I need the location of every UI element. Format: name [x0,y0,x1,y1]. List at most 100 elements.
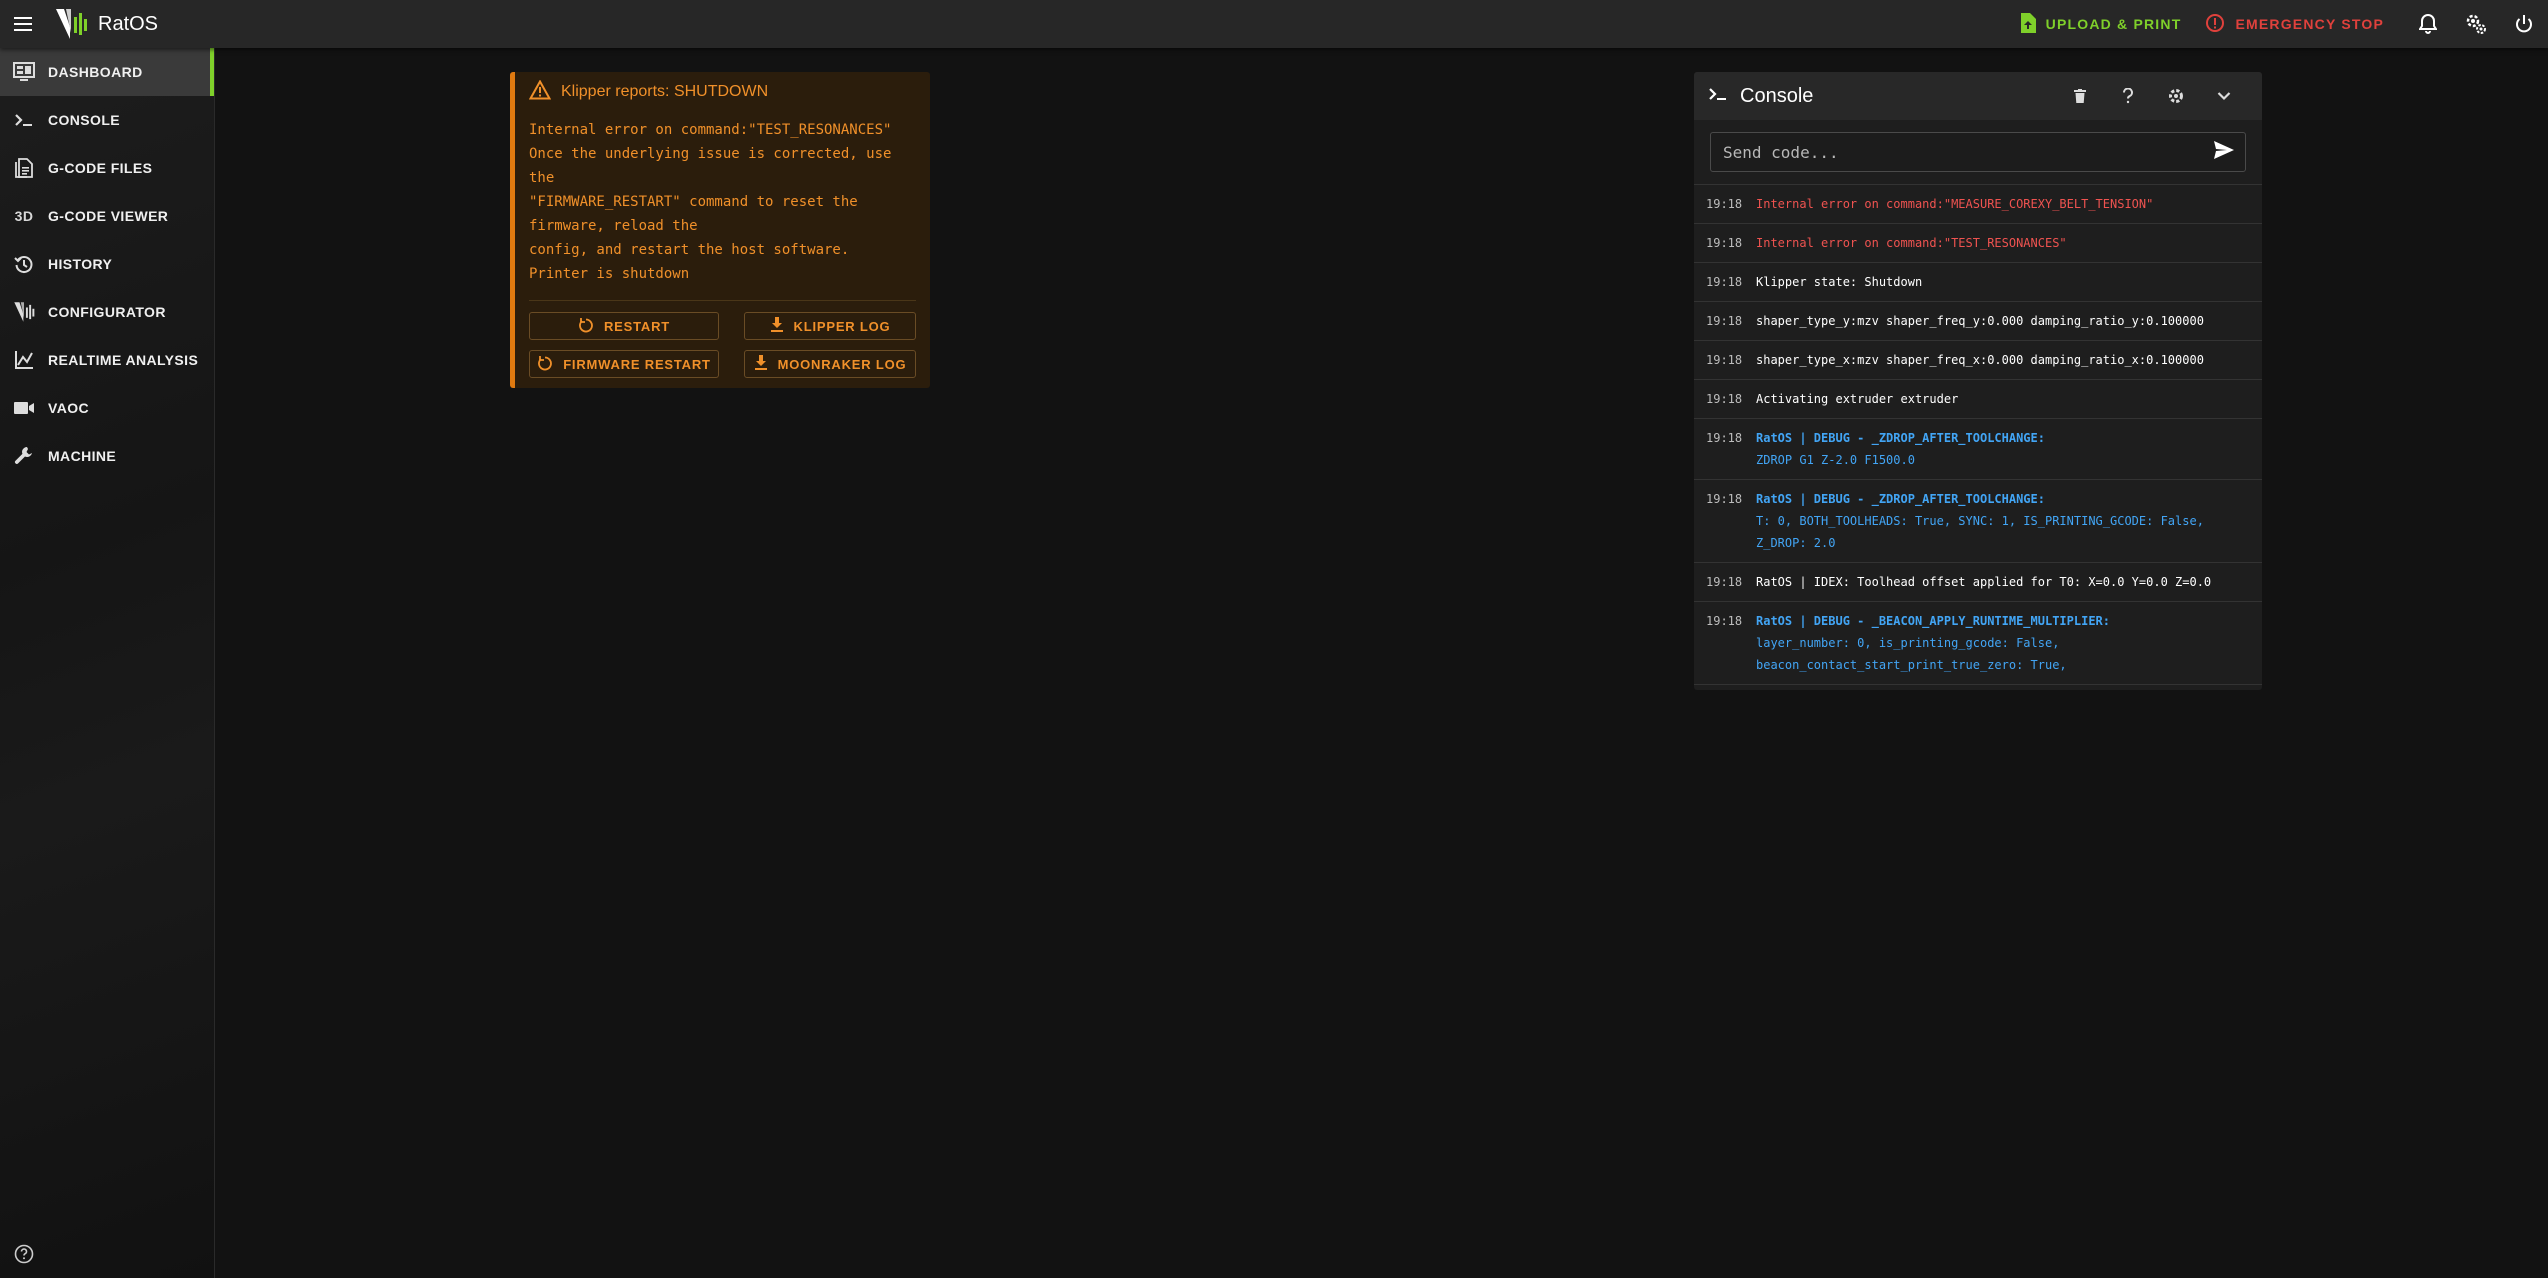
moonraker-log-label: MOONRAKER LOG [777,356,907,372]
sidebar-item-realtime-analysis[interactable]: REALTIME ANALYSIS [0,336,214,384]
restart-button[interactable]: RESTART [529,312,719,340]
restart-label: RESTART [603,318,671,334]
chart-line-icon [12,348,36,372]
chevron-down-icon[interactable] [2200,72,2248,120]
entry-time: 19:18 [1706,197,1743,211]
ratos-logo-icon [12,300,36,324]
file-document-icon [12,156,36,180]
entry-body: ZDROP G1 Z-2.0 F1500.0 [1756,453,1915,467]
bell-icon[interactable] [2404,0,2452,48]
entry-time: 19:18 [1706,275,1743,289]
firmware-restart-button[interactable]: FIRMWARE RESTART [529,350,719,378]
entry-message: RatOS | IDEX: Toolhead offset applied fo… [1756,575,2212,589]
alert-title: Klipper reports: SHUTDOWN [561,83,769,100]
sidebar-item-history[interactable]: HISTORY [0,240,214,288]
sidebar-item-gcode-files[interactable]: G-CODE FILES [0,144,214,192]
help-circle-icon[interactable] [12,1242,36,1266]
restart-icon [578,317,594,336]
entry-message: Activating extruder extruder [1756,392,1959,406]
app-bar: RatOS UPLOAD & PRINT EMERGENCY STOP [0,0,2548,48]
klipper-shutdown-alert: Klipper reports: SHUTDOWN Internal error… [510,72,930,388]
emergency-stop-label: EMERGENCY STOP [2235,16,2384,32]
delete-icon[interactable] [2056,72,2104,120]
entry-message: RatOS | DEBUG - _ZDROP_AFTER_TOOLCHANGE:… [1756,488,2204,554]
entry-head: RatOS | DEBUG - _BEACON_APPLY_RUNTIME_MU… [1756,614,2111,628]
sidebar-item-label: CONFIGURATOR [48,304,166,320]
sidebar-item-label: G-CODE FILES [48,160,153,176]
wrench-icon [12,444,36,468]
entry-message: Internal error on command:"TEST_RESONANC… [1756,236,2067,250]
console-entry: 19:18 Activating extruder extruder [1694,380,2262,419]
app-title: RatOS [98,12,159,35]
send-icon[interactable] [2213,140,2235,165]
console-prompt-icon [12,108,36,132]
video-camera-icon [12,396,36,420]
entry-body: T: 0, BOTH_TOOLHEADS: True, SYNC: 1, IS_… [1756,514,2204,550]
sidebar-item-machine[interactable]: MACHINE [0,432,214,480]
entry-message: RatOS | DEBUG - _BEACON_APPLY_RUNTIME_MU… [1756,610,2110,676]
entry-body: layer_number: 0, is_printing_gcode: Fals… [1756,636,2067,672]
sidebar-item-dashboard[interactable]: DASHBOARD [0,48,214,96]
power-icon[interactable] [2500,0,2548,48]
sidebar-item-label: VAOC [48,400,90,416]
entry-message: Internal error on command:"MEASURE_COREX… [1756,197,2154,211]
sidebar-item-vaoc[interactable]: VAOC [0,384,214,432]
download-icon [754,354,768,374]
entry-head: RatOS | DEBUG - _ZDROP_AFTER_TOOLCHANGE: [1756,431,2045,445]
sidebar-item-label: DASHBOARD [48,64,143,80]
alert-triangle-icon [528,78,561,105]
history-icon [12,252,36,276]
entry-message: Klipper state: Shutdown [1756,275,1923,289]
entry-head: RatOS | DEBUG - _ZDROP_AFTER_TOOLCHANGE: [1756,492,2045,506]
console-entry: 19:18 Klipper state: Shutdown [1694,263,2262,302]
entry-time: 19:18 [1706,575,1743,589]
sidebar: DASHBOARD CONSOLE G-CODE FILES 3D G-CODE… [0,48,215,1278]
console-entry: 19:18 RatOS | DEBUG - _ZDROP_AFTER_TOOLC… [1694,419,2262,480]
console-header[interactable]: Console [1694,72,2262,120]
klipper-log-button[interactable]: KLIPPER LOG [744,312,916,340]
alert-message: Internal error on command:"TEST_RESONANC… [529,122,892,282]
console-prompt-icon [1708,86,1730,107]
upload-print-button[interactable]: UPLOAD & PRINT [2008,6,2194,42]
console-entry: 19:18 RatOS | DEBUG - _BEACON_APPLY_RUNT… [1694,602,2262,685]
menu-icon[interactable] [0,0,48,48]
entry-message: RatOS | DEBUG - _ZDROP_AFTER_TOOLCHANGE:… [1756,427,2045,471]
help-icon[interactable] [2104,72,2152,120]
moonraker-log-button[interactable]: MOONRAKER LOG [744,350,916,378]
console-entry: 19:18 Internal error on command:"MEASURE… [1694,185,2262,224]
cogs-icon[interactable] [2452,0,2500,48]
gear-icon[interactable] [2152,72,2200,120]
console-log-list: 19:18 Internal error on command:"MEASURE… [1694,184,2262,685]
entry-time: 19:18 [1706,492,1743,506]
entry-time: 19:18 [1706,431,1743,445]
console-entry: 19:18 RatOS | IDEX: Toolhead offset appl… [1694,563,2262,602]
entry-time: 19:18 [1706,236,1743,250]
console-entry: 19:18 RatOS | DEBUG - _ZDROP_AFTER_TOOLC… [1694,480,2262,563]
console-entry: 19:18 shaper_type_x:mzv shaper_freq_x:0.… [1694,341,2262,380]
entry-time: 19:18 [1706,392,1743,406]
send-code-input[interactable] [1721,141,2213,163]
sidebar-item-label: REALTIME ANALYSIS [48,352,199,368]
sidebar-item-label: CONSOLE [48,112,121,128]
console-input-field[interactable] [1710,132,2246,172]
console-title: Console [1740,84,1814,107]
entry-time: 19:18 [1706,353,1743,367]
file-upload-icon [2020,12,2036,36]
firmware-restart-label: FIRMWARE RESTART [563,356,711,372]
sidebar-item-console[interactable]: CONSOLE [0,96,214,144]
download-icon [770,316,784,336]
upload-print-label: UPLOAD & PRINT [2045,16,2182,32]
divider [529,300,916,301]
3d-icon: 3D [14,208,34,224]
console-entry: 19:18 Internal error on command:"TEST_RE… [1694,224,2262,263]
sidebar-item-configurator[interactable]: CONFIGURATOR [0,288,214,336]
ratos-logo-icon [54,6,90,42]
sidebar-item-gcode-viewer[interactable]: 3D G-CODE VIEWER [0,192,214,240]
emergency-stop-button[interactable]: EMERGENCY STOP [2193,6,2396,42]
entry-message: shaper_type_y:mzv shaper_freq_y:0.000 da… [1756,314,2204,328]
sidebar-item-label: HISTORY [48,256,113,272]
monitor-dashboard-icon [12,60,36,84]
sidebar-item-label: G-CODE VIEWER [48,208,169,224]
console-panel: Console 19:18 Internal error [1694,72,2262,690]
alert-circle-icon [2205,13,2225,36]
